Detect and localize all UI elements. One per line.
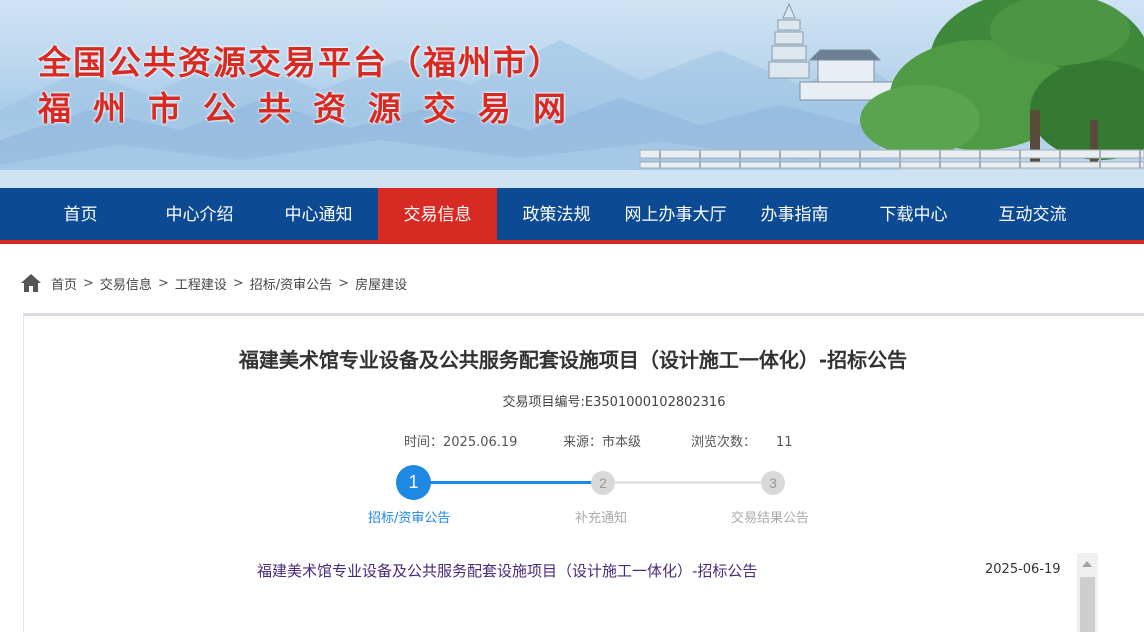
nav-item-interaction[interactable]: 互动交流 <box>973 188 1092 240</box>
breadcrumb-item-housing[interactable]: 房屋建设 <box>355 274 407 293</box>
view-count-label: 浏览次数： <box>691 435 757 450</box>
step-2-circle[interactable]: 2 <box>591 471 615 495</box>
list-item: 福建美术馆专业设备及公共服务配套设施项目（设计施工一体化）-招标公告 2025-… <box>257 560 1061 584</box>
main-nav: 首页 中心介绍 中心通知 交易信息 政策法规 网上办事大厅 办事指南 下载中心 … <box>0 188 1144 244</box>
step-3-label[interactable]: 交易结果公告 <box>731 507 809 526</box>
breadcrumb-separator: > <box>83 275 94 291</box>
nav-item-center-intro[interactable]: 中心介绍 <box>140 188 259 240</box>
nav-item-trade-info[interactable]: 交易信息 <box>378 188 497 244</box>
site-subtitle: 福州市公共资源交易网 <box>38 89 588 128</box>
view-count-value: 11 <box>776 435 793 450</box>
source-value: 市本级 <box>602 435 642 450</box>
nav-item-guide[interactable]: 办事指南 <box>735 188 854 240</box>
step-2-label[interactable]: 补充通知 <box>575 507 627 526</box>
step-pending-line <box>612 481 762 484</box>
publish-time-label: 时间： <box>404 435 444 450</box>
project-code: 交易项目编号:E3501000102802316 <box>502 395 726 410</box>
nav-item-online-hall[interactable]: 网上办事大厅 <box>616 188 735 240</box>
view-count: 浏览次数： 11 <box>691 431 793 450</box>
step-progress-line <box>428 481 598 484</box>
step-1-label[interactable]: 招标/资审公告 <box>368 507 450 526</box>
list-scrollbar[interactable] <box>1077 553 1098 632</box>
breadcrumb: 首页 > 交易信息 > 工程建设 > 招标/资审公告 > 房屋建设 <box>20 272 407 294</box>
breadcrumb-item-trade-info[interactable]: 交易信息 <box>100 274 152 293</box>
source: 来源：市本级 <box>563 431 642 450</box>
article-title: 福建美术馆专业设备及公共服务配套设施项目（设计施工一体化）-招标公告 <box>238 348 908 372</box>
list-item-date: 2025-06-19 <box>985 562 1061 577</box>
breadcrumb-separator: > <box>157 275 169 291</box>
nav-item-download[interactable]: 下载中心 <box>854 188 973 240</box>
breadcrumb-item-tender-notice[interactable]: 招标/资审公告 <box>250 274 332 293</box>
breadcrumb-item-home[interactable]: 首页 <box>51 274 77 293</box>
scrollbar-thumb[interactable] <box>1080 577 1095 632</box>
breadcrumb-separator: > <box>338 275 350 291</box>
breadcrumb-separator: > <box>232 275 244 291</box>
home-icon[interactable] <box>20 273 42 293</box>
breadcrumb-item-engineering[interactable]: 工程建设 <box>175 274 227 293</box>
scroll-up-arrow-icon[interactable] <box>1082 561 1092 567</box>
step-1-circle[interactable]: 1 <box>396 465 431 500</box>
nav-item-home[interactable]: 首页 <box>21 188 140 240</box>
source-label: 来源： <box>563 435 603 450</box>
step-3-circle[interactable]: 3 <box>761 471 785 495</box>
site-title: 全国公共资源交易平台（福州市） <box>38 43 563 82</box>
publish-time: 时间：2025.06.19 <box>404 431 518 450</box>
nav-item-policy[interactable]: 政策法规 <box>497 188 616 240</box>
nav-item-center-notice[interactable]: 中心通知 <box>259 188 378 240</box>
list-item-link[interactable]: 福建美术馆专业设备及公共服务配套设施项目（设计施工一体化）-招标公告 <box>257 560 757 581</box>
publish-time-value: 2025.06.19 <box>443 435 518 450</box>
site-banner: 全国公共资源交易平台（福州市） 福州市公共资源交易网 <box>0 0 1144 188</box>
